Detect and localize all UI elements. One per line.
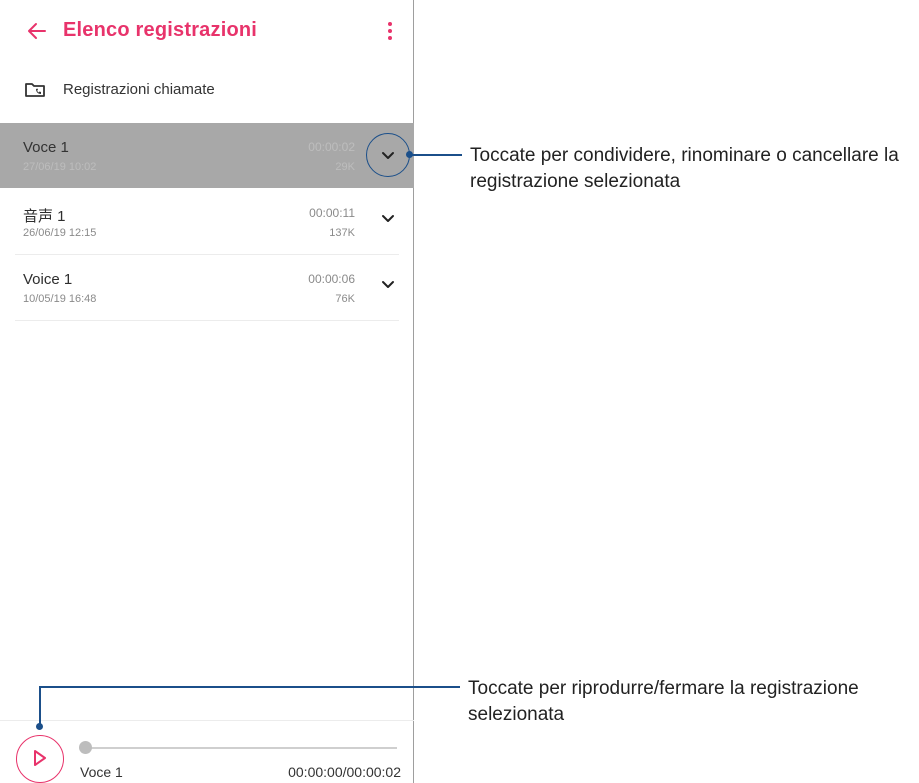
callout-line [39, 686, 41, 726]
folder-phone-icon [25, 83, 45, 97]
chevron-down-icon[interactable] [381, 280, 395, 290]
recording-date: 27/06/19 10:02 [23, 161, 97, 173]
player-divider [0, 720, 414, 721]
recording-duration: 00:00:11 [309, 206, 355, 220]
recording-size: 76K [335, 293, 355, 305]
recording-item[interactable]: Voice 1 10/05/19 16:48 00:00:06 76K [0, 255, 414, 320]
play-icon [34, 750, 46, 766]
recording-duration: 00:00:02 [308, 140, 355, 154]
more-vertical-icon[interactable] [383, 20, 397, 42]
list-divider [15, 320, 399, 321]
recording-duration: 00:00:06 [308, 272, 355, 286]
page-title: Elenco registrazioni [63, 19, 258, 41]
play-button[interactable] [16, 735, 64, 783]
recording-size: 137K [329, 227, 355, 239]
folder-label: Registrazioni chiamate [63, 81, 215, 98]
chevron-down-icon[interactable] [381, 214, 395, 224]
recording-item-selected[interactable]: Voce 1 27/06/19 10:02 00:00:02 29K [0, 123, 414, 188]
callout-options-text: Toccate per condividere, rinominare o ca… [470, 145, 899, 192]
recording-date: 10/05/19 16:48 [23, 293, 97, 305]
callout-play-text: Toccate per riprodurre/fermare la regist… [468, 678, 859, 725]
recording-name: 音声 1 [23, 208, 66, 225]
callout-line [410, 154, 462, 156]
seek-bar[interactable] [85, 747, 397, 749]
callout-line [39, 686, 460, 688]
recording-date: 26/06/19 12:15 [23, 227, 97, 239]
callout-dot [36, 723, 43, 730]
folder-call-recordings[interactable]: Registrazioni chiamate [0, 72, 414, 110]
now-playing-name: Voce 1 [80, 764, 123, 780]
options-highlight-ring [366, 133, 410, 177]
recording-size: 29K [335, 161, 355, 173]
recording-item[interactable]: 音声 1 26/06/19 12:15 00:00:11 137K [0, 189, 414, 254]
playback-time: 00:00:00/00:00:02 [288, 764, 401, 780]
arrow-left-icon[interactable] [26, 20, 48, 42]
recording-name: Voice 1 [23, 271, 73, 288]
seek-handle[interactable] [79, 741, 92, 754]
recording-name: Voce 1 [23, 139, 69, 156]
phone-screen: Elenco registrazioni Registrazioni chiam… [0, 0, 414, 783]
app-bar: Elenco registrazioni [0, 0, 414, 64]
